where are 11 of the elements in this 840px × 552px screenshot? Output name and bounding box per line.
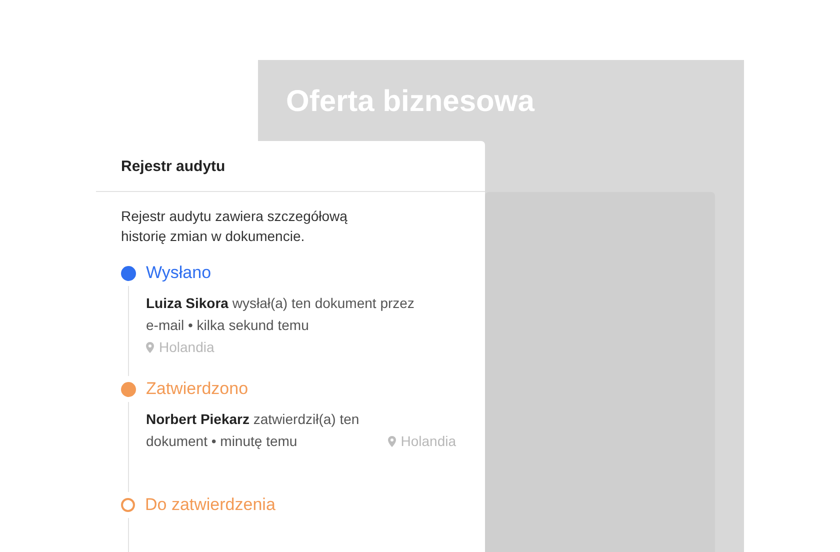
status-label: Do zatwierdzenia	[145, 495, 276, 515]
event-description: Luiza Sikora wysłał(a) ten dokument przez e-mail • kilka sekund temu	[146, 295, 414, 333]
description-text: Rejestr audytu zawiera szczegółową historię zmian w dokumencie.	[121, 207, 348, 246]
location-text: Holandia	[400, 433, 456, 449]
panel-title: Rejestr audytu	[121, 158, 226, 174]
event-description: Norbert Piekarz zatwierdził(a) ten dokument • minutę temu	[146, 410, 360, 451]
status-label: Zatwierdzono	[146, 379, 248, 399]
status-label: Wysłano	[146, 263, 212, 283]
location-pin-icon	[146, 342, 154, 353]
location-text: Holandia	[159, 339, 214, 355]
location-pin-icon	[388, 436, 396, 447]
